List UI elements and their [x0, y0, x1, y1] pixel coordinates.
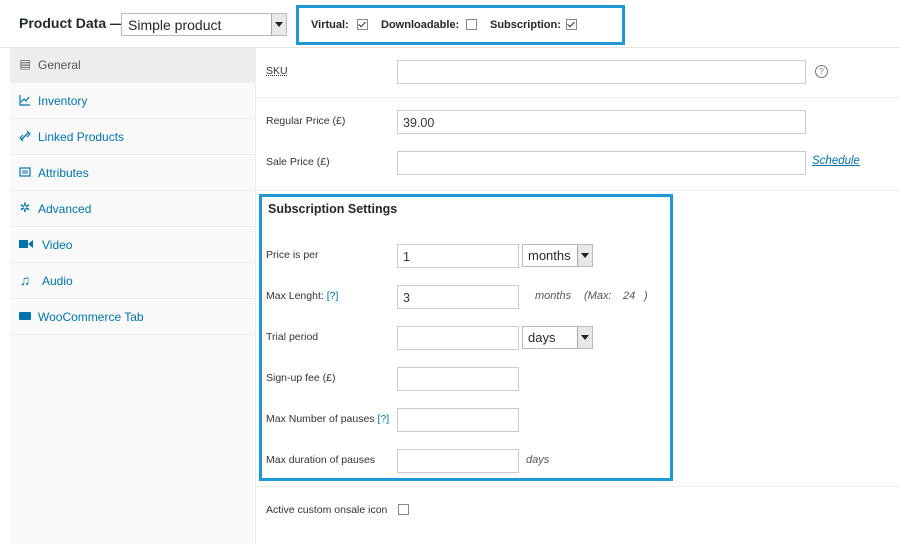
product-type-value: Simple product: [128, 17, 222, 33]
chevron-down-icon: [271, 14, 286, 35]
max-length-unit: months: [535, 290, 572, 302]
onsale-icon-checkbox[interactable]: [398, 504, 409, 515]
regular-price-value: 39.00: [403, 116, 435, 130]
tab-inventory[interactable]: Inventory: [10, 84, 255, 119]
attributes-icon: [19, 166, 31, 178]
downloadable-label: Downloadable:: [381, 19, 460, 31]
max-pauses-text: Max Number of pauses: [266, 413, 375, 425]
price-per-unit-value: months: [528, 248, 571, 263]
pause-duration-input[interactable]: [397, 449, 519, 473]
trial-unit-select[interactable]: days: [522, 326, 593, 349]
max-length-text: Max Lenght:: [266, 290, 324, 302]
tab-advanced[interactable]: ✲ Advanced: [10, 192, 255, 227]
tab-video[interactable]: Video: [10, 228, 255, 263]
max-note-prefix: (Max:: [584, 290, 612, 302]
tab-audio-label: Audio: [42, 274, 73, 288]
virtual-label: Virtual:: [311, 19, 349, 31]
max-length-input[interactable]: 3: [397, 285, 519, 309]
tab-woocommerce-label: WooCommerce Tab: [38, 310, 144, 324]
max-note-suffix: ): [644, 290, 648, 302]
sku-input[interactable]: [397, 60, 806, 84]
pause-duration-unit: days: [526, 454, 550, 466]
trial-period-input[interactable]: [397, 326, 519, 350]
tab-general[interactable]: ▤ General: [10, 48, 255, 83]
subscription-label: Subscription:: [490, 19, 561, 31]
divider: [256, 190, 900, 191]
onsale-icon-label: Active custom onsale icon: [266, 504, 388, 516]
help-icon[interactable]: ?: [815, 65, 828, 78]
max-length-help[interactable]: [?]: [327, 290, 339, 302]
audio-icon: ♫: [19, 272, 31, 288]
max-pauses-input[interactable]: [397, 408, 519, 432]
signup-fee-input[interactable]: [397, 367, 519, 391]
max-pauses-label: Max Number of pauses [?]: [266, 413, 389, 425]
tab-advanced-label: Advanced: [38, 202, 92, 216]
price-per-unit-select[interactable]: months: [522, 244, 593, 267]
pause-duration-label: Max duration of pauses: [266, 454, 376, 466]
video-icon: [19, 238, 33, 250]
max-length-label: Max Lenght: [?]: [266, 290, 338, 302]
trial-unit-value: days: [528, 330, 556, 345]
chevron-down-icon: [577, 327, 592, 348]
subscription-checkbox[interactable]: [566, 19, 577, 30]
schedule-link[interactable]: Schedule: [812, 155, 860, 167]
tab-attributes-label: Attributes: [38, 166, 89, 180]
product-data-title: Product Data —: [19, 15, 125, 31]
divider: [256, 97, 900, 98]
max-note-value: 24: [623, 290, 636, 302]
general-icon: ▤: [19, 57, 31, 71]
tab-linked-products[interactable]: Linked Products: [10, 120, 255, 155]
tab-audio[interactable]: ♫ Audio: [10, 264, 255, 299]
regular-price-input[interactable]: 39.00: [397, 110, 806, 134]
tab-icon: [19, 310, 31, 322]
virtual-checkbox[interactable]: [357, 19, 368, 30]
trial-period-label: Trial period: [266, 331, 319, 343]
price-per-value: 1: [403, 250, 410, 264]
max-length-value: 3: [403, 291, 410, 305]
link-icon: [19, 130, 31, 142]
gear-icon: ✲: [19, 200, 31, 215]
sale-price-input[interactable]: [397, 151, 806, 175]
regular-price-label: Regular Price (£): [266, 115, 346, 127]
tab-inventory-label: Inventory: [38, 94, 88, 108]
tab-attributes[interactable]: Attributes: [10, 156, 255, 191]
sale-price-label: Sale Price (£): [266, 156, 330, 168]
divider: [256, 486, 900, 487]
price-per-input[interactable]: 1: [397, 244, 519, 268]
product-data-tabs: ▤ General Inventory Linked Products Attr…: [10, 48, 256, 544]
subscription-settings-title: Subscription Settings: [268, 202, 398, 216]
downloadable-checkbox[interactable]: [466, 19, 477, 30]
signup-fee-label: Sign-up fee (£): [266, 372, 336, 384]
price-per-label: Price is per: [266, 249, 319, 261]
sku-label: SKU: [266, 65, 288, 77]
inventory-icon: [19, 94, 31, 106]
max-pauses-help[interactable]: [?]: [377, 413, 389, 425]
tab-general-label: General: [38, 58, 81, 72]
tab-video-label: Video: [42, 238, 73, 252]
product-type-select[interactable]: Simple product: [121, 13, 287, 36]
tab-linked-products-label: Linked Products: [38, 130, 125, 144]
tab-woocommerce-tab[interactable]: WooCommerce Tab: [10, 300, 255, 335]
chevron-down-icon: [577, 245, 592, 266]
